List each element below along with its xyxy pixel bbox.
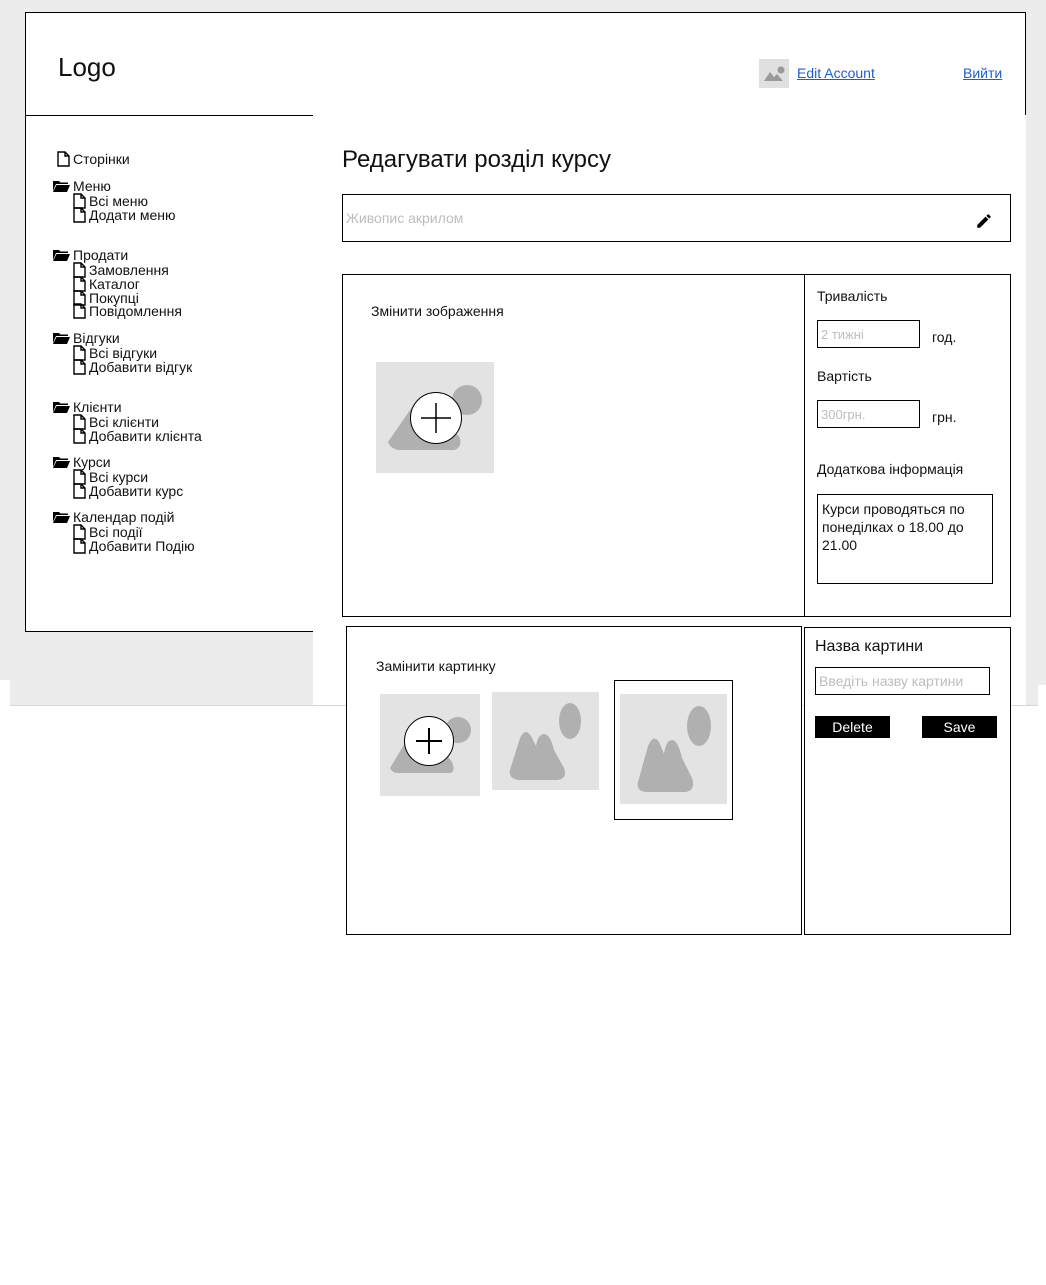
sidebar-item-label: Клієнти — [73, 399, 122, 415]
sidebar-group[interactable]: Курси — [53, 455, 111, 469]
add-picture-button[interactable] — [404, 716, 454, 766]
background-edge — [1038, 685, 1046, 710]
plus-icon — [416, 728, 442, 754]
change-image-label: Змінити зображення — [371, 303, 504, 319]
folder-icon — [53, 333, 70, 344]
gallery-thumbnail[interactable] — [492, 692, 599, 790]
sidebar-item-label: Сторінки — [73, 151, 130, 167]
sidebar-item-label: Добавити Подію — [89, 537, 195, 554]
file-icon — [73, 303, 86, 320]
replace-picture-label: Замінити картинку — [376, 658, 496, 674]
gallery-thumbnail-selected[interactable] — [614, 680, 733, 820]
gallery-add-tile[interactable] — [380, 694, 480, 796]
sidebar-group[interactable]: Клієнти — [53, 400, 122, 414]
sidebar-item-pages[interactable]: Сторінки — [57, 151, 130, 167]
course-name-field — [342, 194, 1011, 242]
image-icon — [509, 703, 581, 780]
delete-button[interactable]: Delete — [815, 716, 890, 738]
sidebar-item[interactable]: Повідомлення — [73, 303, 182, 320]
file-icon — [73, 483, 86, 499]
file-icon — [73, 207, 86, 223]
sidebar-item[interactable]: Добавити відгук — [73, 359, 192, 375]
pencil-icon[interactable] — [975, 212, 993, 230]
add-image-button[interactable] — [410, 392, 462, 444]
avatar[interactable] — [759, 59, 789, 88]
folder-icon — [53, 457, 70, 468]
folder-icon — [53, 181, 70, 192]
sidebar-group[interactable]: Календар подій — [53, 510, 174, 524]
duration-input[interactable] — [817, 320, 920, 348]
page-title: Редагувати розділ курсу — [342, 146, 612, 173]
background-edge — [0, 680, 10, 710]
plus-icon — [421, 403, 451, 433]
gallery-thumbnail-image — [620, 694, 727, 804]
folder-icon — [53, 402, 70, 413]
edit-account-link[interactable]: Edit Account — [797, 65, 875, 81]
price-input[interactable] — [817, 400, 920, 428]
header — [25, 12, 1026, 116]
sidebar-item-label: Добавити клієнта — [89, 427, 202, 444]
sidebar-item[interactable]: Добавити курс — [73, 483, 183, 499]
sidebar-item-label: Календар подій — [73, 509, 175, 525]
extra-info-label: Додаткова інформація — [817, 461, 964, 477]
logout-link[interactable]: Вийти — [963, 65, 1002, 81]
file-icon — [57, 151, 70, 167]
sidebar-item-label: Меню — [73, 178, 111, 194]
sidebar-item-label: Відгуки — [73, 330, 120, 346]
image-icon — [637, 706, 711, 792]
sidebar-item-label: Повідомлення — [89, 303, 182, 320]
sidebar-item[interactable]: Додати меню — [73, 207, 176, 223]
folder-icon — [53, 512, 70, 523]
course-image[interactable] — [376, 362, 494, 473]
folder-icon — [53, 250, 70, 261]
duration-label: Тривалість — [817, 288, 888, 304]
sidebar-group[interactable]: Продати — [53, 248, 128, 262]
sidebar-item-label: Додати меню — [89, 206, 176, 223]
file-icon — [73, 359, 86, 375]
sidebar-group[interactable]: Відгуки — [53, 331, 120, 345]
image-icon — [764, 66, 785, 81]
sidebar-item-label: Добавити курс — [89, 482, 184, 499]
duration-unit: год. — [932, 329, 957, 345]
picture-name-input[interactable] — [815, 667, 990, 695]
sidebar-group[interactable]: Меню — [53, 179, 111, 193]
file-icon — [73, 428, 86, 444]
sidebar-item[interactable]: Добавити Подію — [73, 538, 195, 554]
sidebar-item-label: Продати — [73, 247, 129, 263]
price-unit: грн. — [932, 409, 957, 425]
logo: Logo — [58, 52, 116, 82]
course-name-input[interactable] — [346, 205, 946, 231]
sidebar-item-label: Курси — [73, 454, 111, 470]
price-label: Вартість — [817, 368, 872, 384]
extra-info-textarea[interactable]: Курси проводяться по понеділках о 18.00 … — [817, 494, 993, 584]
picture-name-label: Назва картини — [815, 638, 924, 655]
sidebar-item[interactable]: Добавити клієнта — [73, 428, 202, 444]
file-icon — [73, 538, 86, 554]
sidebar-item-label: Добавити відгук — [89, 358, 193, 375]
save-button[interactable]: Save — [922, 716, 997, 738]
